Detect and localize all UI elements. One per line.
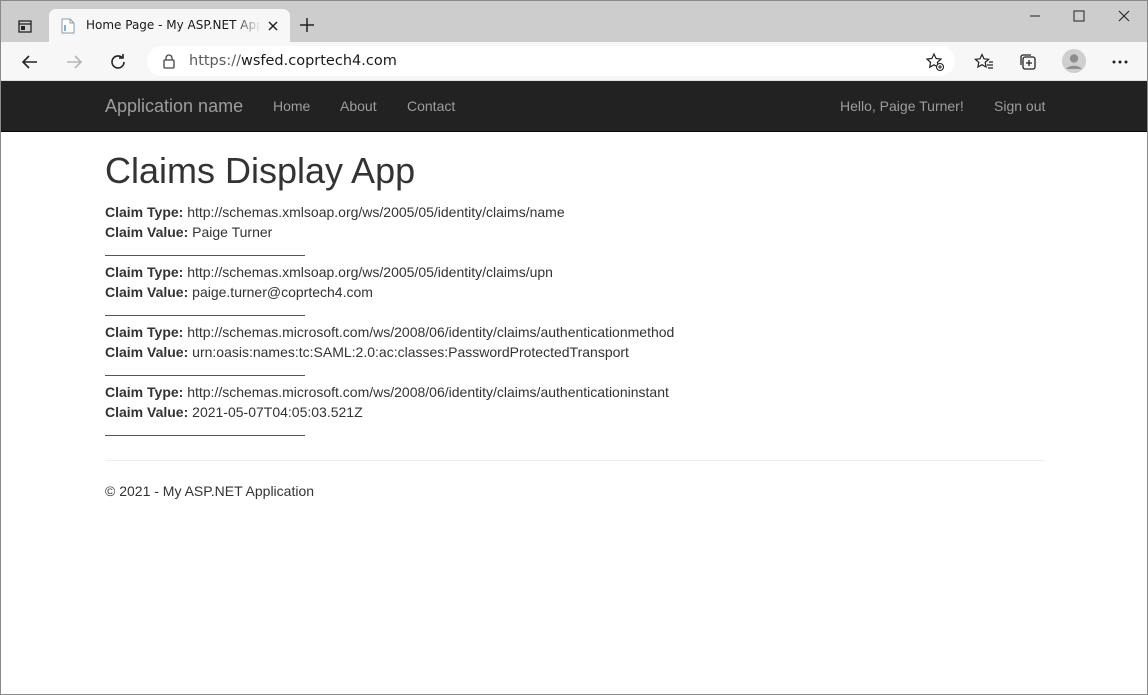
url-scheme: https:// (189, 53, 241, 69)
more-icon[interactable] (1108, 50, 1132, 74)
claim-value-line: Claim Value: urn:oasis:names:tc:SAML:2.0… (105, 342, 1045, 362)
claim-type-line: Claim Type: http://schemas.microsoft.com… (105, 382, 1045, 402)
claim-value: 2021-05-07T04:05:03.521Z (192, 404, 363, 420)
url-host: wsfed.coprtech4.com (240, 53, 397, 69)
url-text[interactable]: https://wsfed.coprtech4.com (189, 53, 397, 69)
forward-icon (62, 50, 86, 74)
claim-type-value: http://schemas.microsoft.com/ws/2008/06/… (187, 384, 669, 400)
claim-type-line: Claim Type: http://schemas.xmlsoap.org/w… (105, 262, 1045, 282)
claim-value: urn:oasis:names:tc:SAML:2.0:ac:classes:P… (192, 344, 629, 360)
collections-icon[interactable] (1016, 50, 1040, 74)
lock-icon[interactable] (161, 53, 177, 69)
plus-icon[interactable] (297, 15, 317, 35)
add-favorite-icon[interactable] (925, 52, 945, 72)
claim-type-label: Claim Type: (105, 264, 184, 280)
minimize-icon[interactable] (1012, 5, 1058, 27)
claim-type-line: Claim Type: http://schemas.microsoft.com… (105, 322, 1045, 342)
claim-value: Paige Turner (192, 224, 273, 240)
claim-type-label: Claim Type: (105, 384, 184, 400)
nav-about-link[interactable]: About (340, 98, 377, 114)
favorites-icon[interactable] (972, 50, 996, 74)
claim-type-value: http://schemas.xmlsoap.org/ws/2005/05/id… (187, 264, 553, 280)
claim-separator (105, 422, 1045, 442)
claim-value: paige.turner@coprtech4.com (192, 284, 373, 300)
nav-contact-link[interactable]: Contact (407, 98, 455, 114)
claim-type-line: Claim Type: http://schemas.xmlsoap.org/w… (105, 202, 1045, 222)
claim-value-line: Claim Value: Paige Turner (105, 222, 1045, 242)
claim-item: Claim Type: http://schemas.xmlsoap.org/w… (105, 262, 1045, 322)
sign-out-link[interactable]: Sign out (994, 98, 1045, 114)
claim-item: Claim Type: http://schemas.xmlsoap.org/w… (105, 202, 1045, 262)
claim-value-label: Claim Value: (105, 284, 189, 300)
claim-value-label: Claim Value: (105, 404, 189, 420)
claim-value-line: Claim Value: 2021-05-07T04:05:03.521Z (105, 402, 1045, 422)
brand-link[interactable]: Application name (105, 96, 243, 117)
tab-actions-icon[interactable] (11, 14, 39, 38)
maximize-icon[interactable] (1056, 5, 1102, 27)
refresh-icon[interactable] (106, 50, 130, 74)
claim-separator (105, 302, 1045, 322)
window-close-icon[interactable] (1101, 5, 1147, 27)
claim-type-value: http://schemas.xmlsoap.org/ws/2005/05/id… (187, 204, 565, 220)
browser-tab[interactable]: Home Page - My ASP.NET Application (49, 9, 290, 42)
claim-value-label: Claim Value: (105, 224, 189, 240)
claim-separator (105, 362, 1045, 382)
claims-list: Claim Type: http://schemas.xmlsoap.org/w… (105, 202, 1045, 442)
claim-separator (105, 242, 1045, 262)
claim-type-label: Claim Type: (105, 324, 184, 340)
user-greeting-link[interactable]: Hello, Paige Turner! (840, 98, 964, 114)
site-navbar: Application name Home About Contact Hell… (1, 81, 1147, 132)
footer-divider (105, 460, 1045, 461)
address-bar[interactable]: https://wsfed.coprtech4.com (147, 46, 955, 76)
browser-toolbar: https://wsfed.coprtech4.com (1, 42, 1147, 81)
close-icon[interactable] (265, 18, 281, 34)
nav-home-link[interactable]: Home (273, 98, 310, 114)
claim-item: Claim Type: http://schemas.microsoft.com… (105, 382, 1045, 442)
claim-type-label: Claim Type: (105, 204, 184, 220)
claim-type-value: http://schemas.microsoft.com/ws/2008/06/… (187, 324, 675, 340)
page-title: Claims Display App (105, 150, 416, 191)
profile-icon[interactable] (1062, 49, 1086, 73)
footer-text: © 2021 - My ASP.NET Application (105, 483, 315, 499)
back-icon[interactable] (18, 50, 42, 74)
page-favicon-icon (61, 18, 75, 34)
tab-title: Home Page - My ASP.NET Application (86, 18, 261, 32)
claim-value-label: Claim Value: (105, 344, 189, 360)
browser-titlebar: Home Page - My ASP.NET Application (1, 1, 1147, 42)
claim-value-line: Claim Value: paige.turner@coprtech4.com (105, 282, 1045, 302)
claim-item: Claim Type: http://schemas.microsoft.com… (105, 322, 1045, 382)
